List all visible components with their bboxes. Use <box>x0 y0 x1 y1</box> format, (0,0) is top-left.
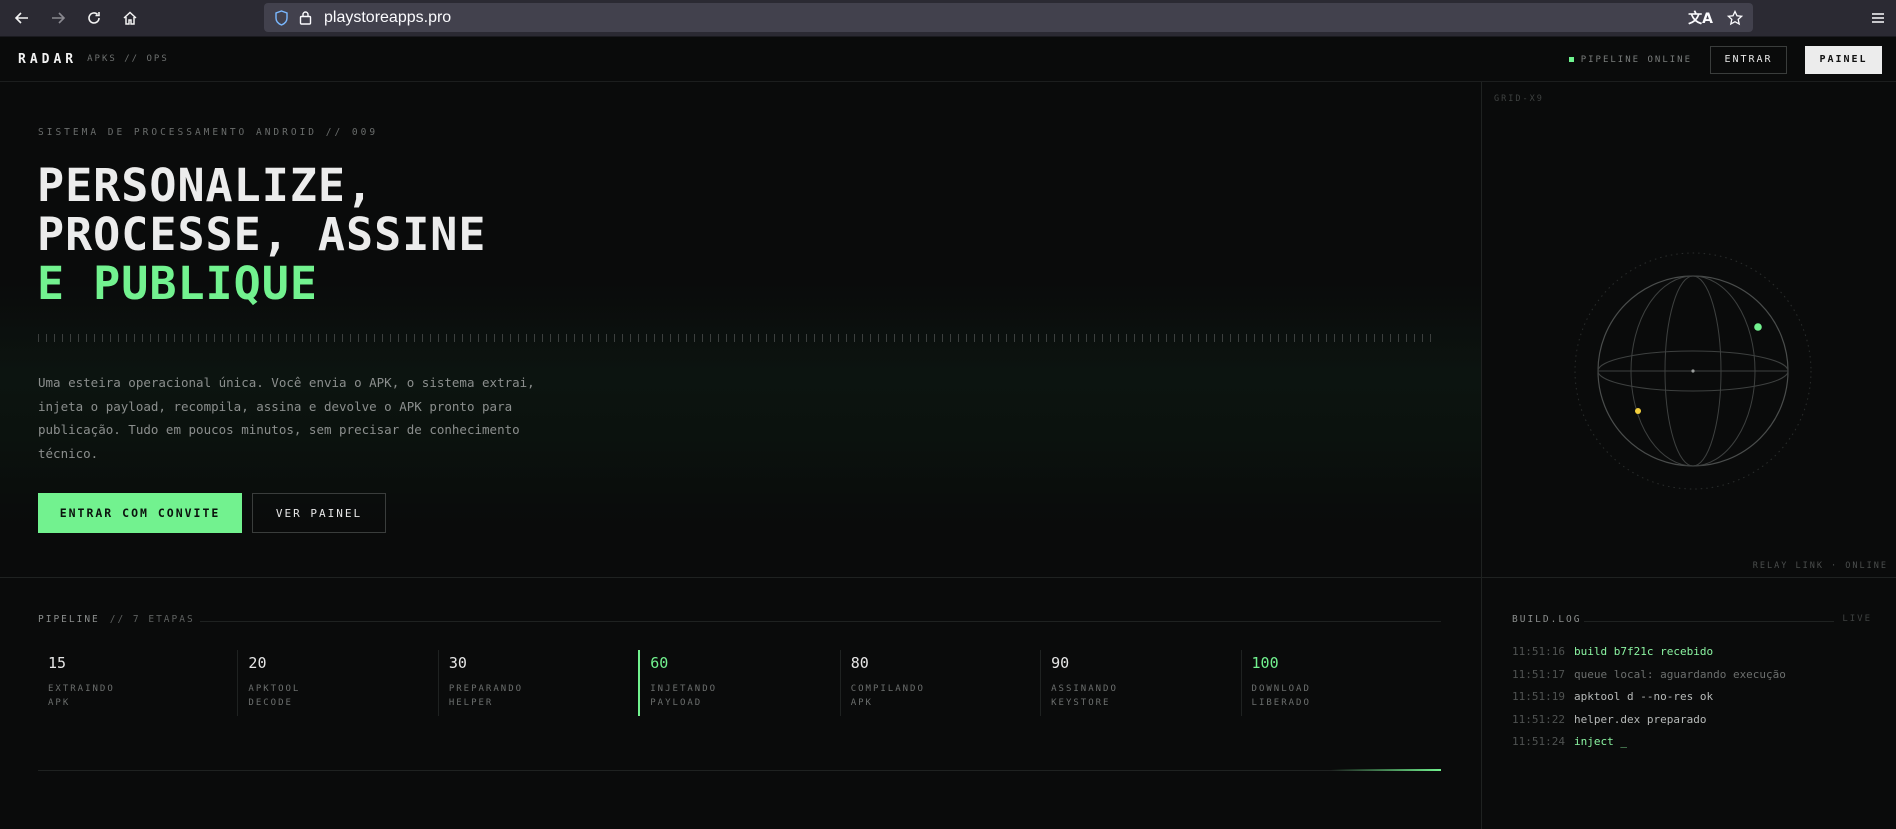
step-sublabel: KEYSTORE <box>1051 698 1111 708</box>
headline-line-2: PROCESSE, ASSINE <box>37 208 487 261</box>
site: RADAR APKS // OPS PIPELINE ONLINE ENTRAR… <box>0 37 1896 829</box>
build-log: 11:51:16 build b7f21c recebido 11:51:17 … <box>1512 641 1786 754</box>
pipeline-step: 100 DOWNLOAD LIBERADO <box>1240 650 1441 716</box>
pipeline-step: 30 PREPARANDO HELPER <box>437 650 638 716</box>
step-label: DOWNLOAD <box>1251 684 1311 694</box>
headline-line-1: PERSONALIZE, <box>37 159 375 212</box>
log-message: queue local: aguardando execução <box>1574 667 1786 681</box>
step-progress: 20 <box>248 654 267 672</box>
log-row: 11:51:22 helper.dex preparado <box>1512 709 1786 732</box>
step-label: INJETANDO <box>650 684 718 694</box>
step-sublabel: PAYLOAD <box>650 698 703 708</box>
step-sublabel: LIBERADO <box>1251 698 1311 708</box>
log-row: 11:51:16 build b7f21c recebido <box>1512 641 1786 664</box>
step-progress: 80 <box>850 654 869 672</box>
home-icon[interactable] <box>112 0 148 36</box>
step-label: APKTOOL <box>248 684 301 694</box>
step-sublabel: APK <box>48 698 71 708</box>
menu-icon[interactable] <box>1870 0 1886 36</box>
pipeline-header: PIPELINE // 7 ETAPAS <box>38 614 195 625</box>
login-button[interactable]: ENTRAR <box>1710 45 1787 74</box>
step-progress: 60 <box>650 654 669 672</box>
reload-icon[interactable] <box>76 0 112 36</box>
bookmark-star-icon[interactable] <box>1727 9 1743 26</box>
step-progress: 90 <box>1051 654 1070 672</box>
pipeline-steps: 15 EXTRAINDO APK 20 APKTOOL DECODE 30 PR… <box>38 650 1441 716</box>
log-message: build b7f21c recebido <box>1574 645 1714 658</box>
pipeline-subtitle: // 7 ETAPAS <box>109 614 195 625</box>
step-label: COMPILANDO <box>850 684 925 694</box>
headline-line-3: E PUBLIQUE <box>37 257 318 310</box>
lock-icon[interactable] <box>299 10 312 25</box>
browser-toolbar: playstoreapps.pro 文A <box>0 0 1896 37</box>
log-message: inject _ <box>1574 735 1627 748</box>
column-divider <box>1481 82 1482 829</box>
hero-headline: PERSONALIZE, PROCESSE, ASSINE E PUBLIQUE <box>37 161 486 308</box>
build-log-live-badge: LIVE <box>1842 614 1872 624</box>
url-text[interactable]: playstoreapps.pro <box>324 9 451 27</box>
step-progress: 30 <box>448 654 467 672</box>
tick-ruler <box>38 334 1438 342</box>
step-sublabel: DECODE <box>248 698 293 708</box>
pipeline-step: 90 ASSINANDO KEYSTORE <box>1040 650 1240 716</box>
relay-status: RELAY LINK · ONLINE <box>1752 561 1888 571</box>
log-time: 11:51:19 <box>1512 690 1565 703</box>
pipeline-progress-track <box>38 769 1441 771</box>
pipeline-title: PIPELINE <box>38 614 100 625</box>
hero-description: Uma esteira operacional única. Você envi… <box>38 375 535 461</box>
step-progress: 100 <box>1251 654 1279 672</box>
pipeline-progress-fill <box>1331 769 1441 771</box>
address-bar[interactable]: playstoreapps.pro 文A <box>264 3 1753 32</box>
log-message: helper.dex preparado <box>1574 712 1707 726</box>
log-row: 11:51:24 inject _ <box>1512 731 1786 754</box>
invite-login-button[interactable]: ENTRAR COM CONVITE <box>38 493 242 533</box>
shield-icon[interactable] <box>274 9 289 26</box>
log-row: 11:51:17 queue local: aguardando execuçã… <box>1512 664 1786 687</box>
log-time: 11:51:22 <box>1512 712 1565 726</box>
logo-subtitle: APKS // OPS <box>87 54 169 64</box>
section-divider <box>0 577 1896 578</box>
forward-icon[interactable] <box>40 0 76 36</box>
globe-node-yellow <box>1635 408 1641 414</box>
log-time: 11:51:16 <box>1512 645 1565 658</box>
pipeline-status: PIPELINE ONLINE <box>1568 54 1692 65</box>
build-log-rule <box>1584 621 1834 622</box>
log-time: 11:51:17 <box>1512 667 1565 681</box>
step-label: ASSINANDO <box>1051 684 1118 694</box>
globe-center-dot <box>1691 369 1695 373</box>
log-message: apktool d --no-res ok <box>1574 690 1714 703</box>
panel-button[interactable]: PAINEL <box>1805 45 1882 74</box>
log-time: 11:51:24 <box>1512 735 1565 748</box>
build-log-title: BUILD.LOG <box>1512 614 1582 625</box>
grid-label: GRID-X9 <box>1494 94 1544 104</box>
log-row: 11:51:19 apktool d --no-res ok <box>1512 686 1786 709</box>
view-panel-button[interactable]: VER PAINEL <box>252 493 386 533</box>
status-dot-icon <box>1568 57 1574 62</box>
logo[interactable]: RADAR <box>18 52 77 67</box>
status-text: PIPELINE ONLINE <box>1580 54 1692 65</box>
hero-eyebrow: SISTEMA DE PROCESSAMENTO ANDROID // 009 <box>38 127 379 138</box>
step-sublabel: HELPER <box>448 698 494 708</box>
step-sublabel: APK <box>850 698 873 708</box>
pipeline-step-active: 60 INJETANDO PAYLOAD <box>638 650 839 716</box>
globe-graphic <box>1574 252 1812 490</box>
pipeline-step: 15 EXTRAINDO APK <box>38 650 237 716</box>
globe-node-green <box>1754 323 1762 331</box>
translate-icon[interactable]: 文A <box>1688 8 1713 28</box>
top-nav: RADAR APKS // OPS PIPELINE ONLINE ENTRAR… <box>0 37 1896 82</box>
back-icon[interactable] <box>4 0 40 36</box>
step-label: EXTRAINDO <box>48 684 115 694</box>
step-label: PREPARANDO <box>448 684 524 694</box>
step-progress: 15 <box>48 654 67 672</box>
pipeline-step: 20 APKTOOL DECODE <box>237 650 437 716</box>
pipeline-rule <box>200 621 1441 622</box>
pipeline-step: 80 COMPILANDO APK <box>839 650 1040 716</box>
